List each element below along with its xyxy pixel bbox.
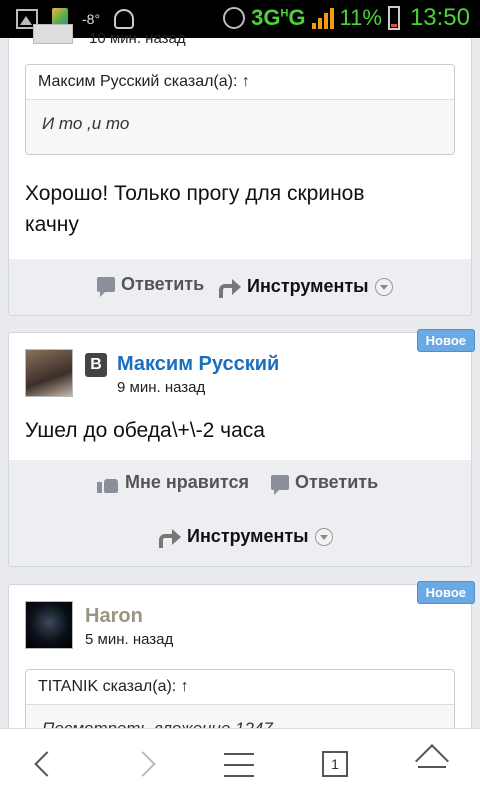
post-time: 9 мин. назад — [117, 379, 206, 396]
chevron-down-icon — [374, 277, 393, 296]
tools-button[interactable]: Инструменты — [157, 526, 333, 548]
post-2: Новое B Максим Русский 9 мин. назад Ушел… — [8, 329, 475, 567]
author-name[interactable]: Haron — [85, 605, 143, 628]
avatar[interactable] — [25, 601, 73, 649]
home-icon[interactable] — [412, 743, 456, 787]
signal-icon — [311, 7, 334, 29]
author-name[interactable]: Максим Русский — [117, 353, 279, 376]
back-icon[interactable] — [24, 743, 68, 787]
status-system: 3GHG 11% 13:50 — [223, 4, 470, 32]
post-1: 10 мин. назад Максим Русский сказал(а): … — [8, 24, 472, 316]
post-actions: Ответить Инструменты — [9, 259, 471, 315]
app-notification-icon — [114, 9, 135, 29]
post-text: Хорошо! Только прогу для скринов качну — [25, 182, 365, 236]
comment-icon — [271, 475, 289, 495]
avatar[interactable] — [25, 349, 73, 397]
reply-label: Ответить — [295, 472, 379, 492]
tools-button[interactable]: Инструменты — [217, 276, 393, 298]
like-label: Мне нравится — [125, 472, 249, 492]
battery-icon — [387, 6, 400, 30]
browser-bottom-bar: 1 — [0, 728, 480, 800]
quote-header[interactable]: TITANIK сказал(а): ↑ — [26, 670, 454, 705]
share-arrow-icon — [217, 278, 241, 298]
quote-header[interactable]: Максим Русский сказал(а): ↑ — [26, 65, 454, 100]
tabs-count: 1 — [322, 751, 348, 777]
forward-icon[interactable] — [124, 743, 168, 787]
new-badge: Новое — [416, 329, 475, 352]
clock: 13:50 — [409, 4, 470, 31]
post-time: 10 мин. назад — [89, 30, 186, 47]
tabs-button[interactable]: 1 — [314, 743, 358, 787]
thumbs-up-icon — [97, 473, 119, 493]
quote-block: Максим Русский сказал(а): ↑ И то ,и то — [25, 64, 455, 155]
new-badge: Новое — [416, 581, 475, 604]
reply-button[interactable]: Ответить — [97, 274, 205, 297]
post-3: Новое Haron 5 мин. назад TITANIK сказал(… — [8, 581, 475, 760]
post-text: Ушел до обеда\+\-2 часа — [25, 419, 265, 442]
reply-label: Ответить — [121, 274, 205, 294]
reply-button[interactable]: Ответить — [271, 472, 379, 495]
network-type: 3GHG — [251, 5, 306, 30]
alarm-icon — [223, 7, 246, 29]
tools-label: Инструменты — [247, 276, 369, 296]
chevron-down-icon — [314, 527, 333, 546]
share-arrow-icon — [157, 528, 181, 548]
comment-icon — [97, 277, 115, 297]
post-time: 5 мин. назад — [85, 631, 174, 648]
menu-icon[interactable] — [218, 743, 262, 787]
vk-icon: B — [85, 353, 107, 377]
post-actions: Мне нравится Ответить Инструменты — [9, 460, 471, 566]
quote-text: И то ,и то — [26, 100, 454, 154]
like-button[interactable]: Мне нравится — [97, 472, 249, 493]
battery-percent: 11% — [339, 5, 382, 30]
temperature-text: -8° — [82, 11, 101, 27]
tools-label: Инструменты — [187, 526, 309, 546]
avatar — [33, 24, 73, 44]
